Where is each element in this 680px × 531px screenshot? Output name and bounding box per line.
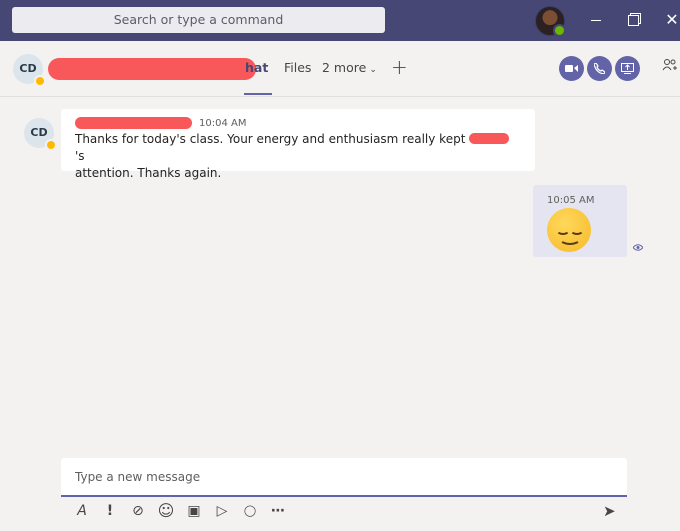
search-box[interactable]: Search or type a command [12,7,385,33]
message-timestamp: 10:04 AM [199,118,247,129]
close-icon: ✕ [665,10,679,29]
tab-files[interactable]: Files [284,60,311,75]
format-icon[interactable]: A [72,502,92,520]
message-body: Thanks for today's class. Your energy an… [75,131,515,182]
tab-more-label: 2 more [322,60,367,75]
message-text-part1: Thanks for today's class. Your energy an… [75,132,470,146]
add-people-button[interactable] [662,58,678,75]
compose-box[interactable] [61,458,627,497]
emoji-icon[interactable]: ☺ [156,502,176,520]
message-timestamp: 10:05 AM [547,195,595,206]
audio-call-button[interactable] [587,56,612,81]
title-bar: Search or type a command ✕ [0,0,680,41]
meet-now-icon[interactable]: ▷ [212,502,232,520]
maximize-button[interactable] [623,10,643,30]
attach-icon[interactable]: ⊘ [128,502,148,520]
more-options-icon[interactable]: ⋯ [268,502,288,520]
minimize-button[interactable] [586,10,606,30]
add-people-icon [662,59,677,71]
sticker-icon[interactable]: ▣ [184,502,204,520]
video-icon [565,65,578,72]
share-screen-icon [621,63,634,74]
tab-more[interactable]: 2 more ⌄ [322,60,377,75]
message-input[interactable] [61,458,627,495]
incoming-message[interactable]: 10:04 AM Thanks for today's class. Your … [61,109,535,180]
emoji-mouth [559,232,581,245]
message-text-part2: 's [75,149,85,163]
relieved-emoji-icon [547,208,591,252]
contact-initials: CD [19,62,37,75]
tab-chat[interactable]: hat [245,60,268,75]
available-status-icon [553,24,566,37]
chevron-down-icon: ⌄ [369,65,377,75]
search-placeholder: Search or type a command [113,12,284,27]
outgoing-message[interactable]: 10:05 AM [533,185,627,257]
profile-avatar[interactable] [535,6,566,37]
sender-initials: CD [30,126,48,139]
message-text-line2: attention. Thanks again. [75,166,222,180]
close-button[interactable]: ✕ [662,10,680,30]
share-screen-button[interactable] [615,56,640,81]
restore-icon [627,14,639,26]
active-tab-indicator [244,93,272,95]
redacted-student-name [469,133,510,144]
minimize-icon [591,19,601,21]
send-icon[interactable]: ➤ [603,502,616,520]
praise-icon[interactable]: ◯ [240,502,260,520]
seen-eye-icon [632,244,644,254]
important-icon[interactable]: ! [100,502,120,520]
add-tab-icon[interactable]: + [391,55,408,79]
video-call-button[interactable] [559,56,584,81]
redacted-sender-name [75,117,192,129]
chat-header: CD hat Files 2 more ⌄ + [0,41,680,97]
phone-icon [593,62,606,75]
redacted-contact-name [48,58,256,80]
away-status-icon [34,75,46,87]
sender-avatar[interactable]: CD [24,118,57,151]
contact-avatar[interactable]: CD [13,54,46,87]
away-status-icon [45,139,57,151]
